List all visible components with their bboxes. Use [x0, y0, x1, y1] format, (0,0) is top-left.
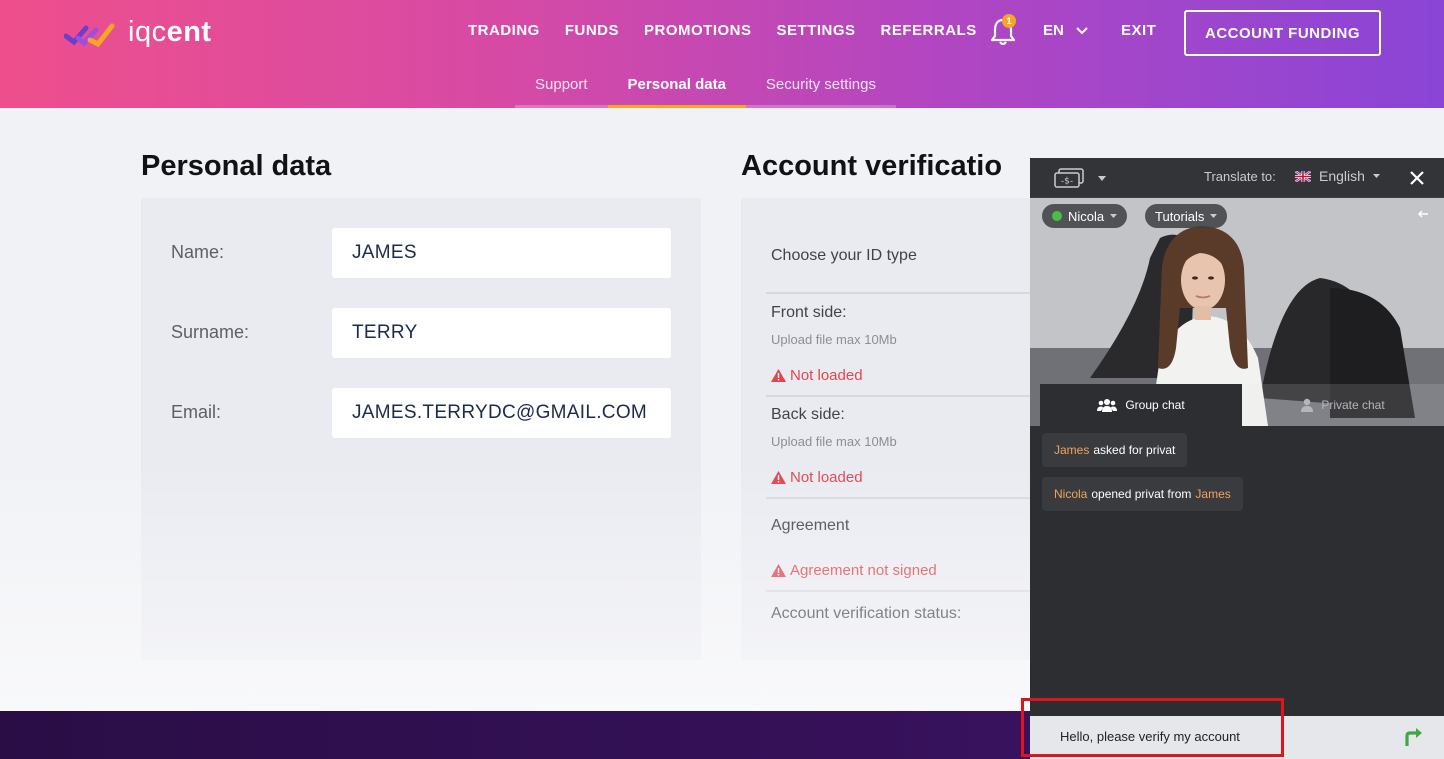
email-label: Email: — [171, 402, 222, 422]
back-side-status-text: Not loaded — [790, 469, 863, 486]
support-chat-panel: -$- Translate to: English Nicola Tutoria… — [1030, 158, 1444, 759]
translate-language: English — [1319, 168, 1365, 184]
exit-link[interactable]: EXIT — [1121, 22, 1156, 39]
message-author: Nicola — [1054, 487, 1088, 501]
online-indicator-icon — [1052, 211, 1062, 221]
name-field[interactable]: JAMES — [332, 228, 671, 278]
chevron-down-icon — [1372, 174, 1380, 178]
language-label: EN — [1043, 22, 1064, 39]
money-icon: -$- — [1054, 168, 1084, 188]
main-nav: TRADING FUNDS PROMOTIONS SETTINGS REFERR… — [468, 22, 1002, 39]
surname-label: Surname: — [171, 322, 250, 342]
currency-selector[interactable]: -$- — [1054, 168, 1106, 188]
back-side-label: Back side: — [771, 406, 845, 423]
message-mention: James — [1195, 487, 1231, 501]
name-label: Name: — [171, 242, 225, 262]
user-icon — [1301, 398, 1314, 412]
tab-personal-data[interactable]: Personal data — [607, 66, 746, 108]
front-side-status: Not loaded — [771, 367, 863, 384]
nav-settings[interactable]: SETTINGS — [777, 22, 856, 39]
translate-label: Translate to: — [1204, 169, 1276, 184]
private-chat-label: Private chat — [1321, 398, 1385, 412]
back-side-hint[interactable]: Upload file max 10Mb — [771, 434, 897, 449]
surname-field[interactable]: TERRY — [332, 308, 671, 358]
nav-promotions[interactable]: PROMOTIONS — [644, 22, 752, 39]
message-author: James — [1054, 443, 1090, 457]
uk-flag-icon — [1295, 170, 1311, 182]
notification-badge: 1 — [1002, 14, 1016, 28]
tutorials-pill[interactable]: Tutorials — [1145, 204, 1228, 228]
warning-icon — [771, 369, 786, 382]
divider — [766, 497, 1030, 499]
personal-data-card: Name: JAMES Surname: TERRY Email: JAMES.… — [141, 198, 701, 660]
chat-mode-tabs: Group chat Private chat — [1040, 384, 1444, 426]
chat-toolbar: -$- Translate to: English — [1030, 158, 1444, 198]
agent-name: Nicola — [1068, 208, 1105, 224]
tutorials-label: Tutorials — [1155, 208, 1205, 224]
chat-message: Nicola opened privat from James — [1042, 477, 1243, 511]
id-type-select[interactable]: Choose your ID type — [771, 247, 917, 265]
agent-status-pill[interactable]: Nicola — [1042, 204, 1128, 228]
translate-language-select[interactable]: English — [1295, 168, 1380, 184]
divider — [766, 590, 1030, 592]
personal-data-title: Personal data — [141, 150, 332, 182]
app-screen: iqcent TRADING FUNDS PROMOTIONS SETTINGS… — [0, 0, 1444, 759]
divider — [766, 395, 1030, 397]
front-side-status-text: Not loaded — [790, 367, 863, 384]
svg-text:-$-: -$- — [1061, 177, 1073, 187]
group-icon — [1097, 399, 1118, 412]
account-verification-title: Account verificatio — [741, 150, 1003, 182]
account-funding-button[interactable]: ACCOUNT FUNDING — [1184, 10, 1381, 56]
chevron-down-icon — [1210, 214, 1218, 218]
divider — [766, 292, 1030, 294]
tab-group-chat[interactable]: Group chat — [1040, 384, 1242, 426]
brand-logo[interactable]: iqcent — [64, 16, 212, 49]
tab-security-settings[interactable]: Security settings — [745, 66, 896, 108]
nav-trading[interactable]: TRADING — [468, 22, 540, 39]
back-side-status: Not loaded — [771, 469, 863, 486]
agreement-status-text: Agreement not signed — [790, 562, 937, 579]
settings-subnav: Support Personal data Security settings — [515, 66, 896, 108]
input-highlight-box — [1021, 698, 1284, 757]
agreement-status[interactable]: Agreement not signed — [771, 562, 937, 579]
nav-funds[interactable]: FUNDS — [565, 22, 619, 39]
logo-mark-icon — [64, 23, 115, 47]
front-side-label: Front side: — [771, 304, 847, 321]
arrow-left-icon[interactable] — [1417, 210, 1429, 218]
message-text: opened privat from — [1091, 487, 1192, 501]
logo-text: iqcent — [128, 16, 212, 48]
chevron-down-icon — [1110, 214, 1118, 218]
email-field[interactable]: JAMES.TERRYDC@GMAIL.COM — [332, 388, 671, 438]
verification-status-label: Account verification status: — [771, 605, 962, 622]
chevron-down-icon — [1098, 175, 1106, 181]
agreement-label: Agreement — [771, 517, 850, 534]
send-icon[interactable] — [1401, 724, 1427, 750]
tab-private-chat[interactable]: Private chat — [1242, 384, 1444, 426]
warning-icon — [771, 471, 786, 484]
language-selector[interactable]: EN — [1043, 22, 1088, 39]
chevron-down-icon — [1076, 26, 1088, 34]
chat-message: James asked for privat — [1042, 433, 1188, 467]
warning-icon — [771, 564, 786, 577]
front-side-hint[interactable]: Upload file max 10Mb — [771, 332, 897, 347]
message-text: asked for privat — [1093, 443, 1176, 457]
top-header: iqcent TRADING FUNDS PROMOTIONS SETTINGS… — [0, 0, 1444, 108]
group-chat-label: Group chat — [1125, 398, 1185, 412]
close-icon[interactable] — [1410, 171, 1424, 185]
nav-referrals[interactable]: REFERRALS — [881, 22, 977, 39]
tab-support[interactable]: Support — [515, 66, 608, 108]
